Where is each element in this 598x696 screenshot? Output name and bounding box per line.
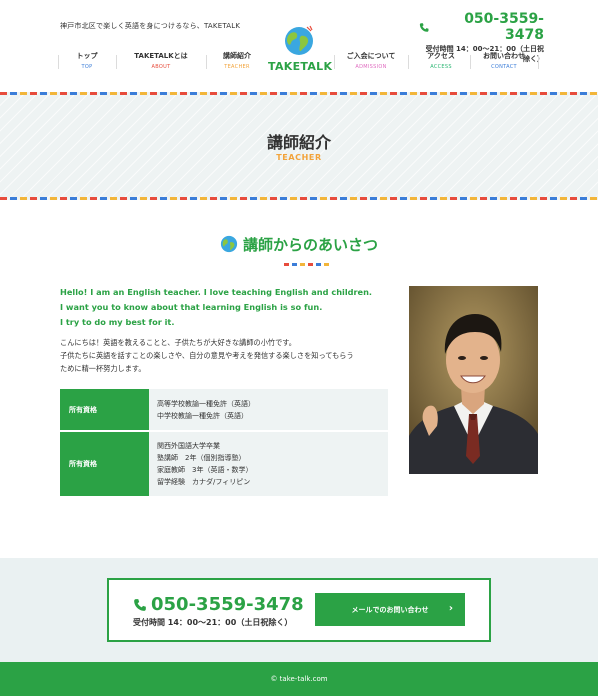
intro-japanese: こんにちは！英語を教えることと、子供たちが大好きな講師の小竹です。 子供たちに英… [60, 336, 390, 375]
header-phone-number: 050-3559-3478 [464, 11, 544, 43]
nav-label: TAKETALKとは [134, 52, 188, 60]
qualification-line: 塾講師 2年（個別指導塾） [157, 454, 246, 462]
intro-en-line: I want you to know about that learning E… [60, 302, 323, 312]
airmail-border-bottom [0, 197, 598, 200]
nav-label: 講師紹介 [223, 52, 251, 60]
teacher-photo [409, 286, 538, 474]
greeting-title: 講師からのあいさつ [242, 235, 378, 254]
table-row: 所有資格 高等学校教諭一種免許（英語） 中学校教諭一種免許（英語） [60, 389, 388, 432]
intro-english: Hello! I am an English teacher. I love t… [60, 285, 380, 330]
qualification-label: 所有資格 [60, 389, 149, 432]
site-header: 神戸市北区で楽しく英語を身につけるなら、TAKETALK TAKETALK 05… [0, 0, 598, 92]
contact-phone[interactable]: 050-3559-3478 [133, 594, 304, 615]
qualification-line: 中学校教諭一種免許（英語） [157, 411, 248, 420]
table-row: 所有資格 関西外国語大学卒業 塾講師 2年（個別指導塾） 家庭教師 3年（英語・… [60, 431, 388, 498]
nav-item-teacher[interactable]: 講師紹介 TEACHER [212, 51, 262, 73]
nav-item-admission[interactable]: ご入会について ADMISSION [340, 51, 402, 73]
nav-item-access[interactable]: アクセス ACCESS [414, 51, 468, 73]
page-hero: 講師紹介 TEACHER [0, 92, 598, 200]
nav-divider [408, 55, 409, 69]
intro-en-line: Hello! I am an English teacher. I love t… [60, 287, 373, 297]
intro-en-line: I try to do my best for it. [60, 317, 175, 327]
nav-sublabel: ACCESS [430, 64, 452, 70]
teacher-portrait-image [409, 286, 538, 474]
mail-contact-button[interactable]: メールでのお問い合わせ › [315, 593, 465, 626]
intro-jp-line: こんにちは！英語を教えることと、子供たちが大好きな講師の小竹です。 [60, 338, 296, 347]
nav-sublabel: ADMISSION [355, 64, 387, 70]
copyright: © take-talk.com [270, 675, 328, 683]
nav-divider [538, 55, 539, 69]
globe-icon [220, 235, 238, 253]
site-logo[interactable]: TAKETALK [268, 24, 332, 76]
nav-divider [116, 55, 117, 69]
nav-sublabel: CONTACT [491, 64, 517, 70]
nav-label: お問い合わせ [483, 52, 525, 60]
intro-jp-line: ために精一杯努力します。 [60, 364, 146, 373]
heading-dash-divider [284, 263, 330, 266]
intro-jp-line: 子供たちに英語を話すことの楽しさや、自分の意見や考えを発信する楽しさを知ってもら… [60, 351, 354, 360]
nav-divider [206, 55, 207, 69]
qualification-value: 高等学校教諭一種免許（英語） 中学校教諭一種免許（英語） [149, 389, 388, 432]
nav-divider [334, 55, 335, 69]
nav-label: トップ [76, 52, 98, 60]
page-subtitle: TEACHER [276, 153, 322, 162]
chevron-right-icon: › [448, 603, 453, 614]
site-tagline: 神戸市北区で楽しく英語を身につけるなら、TAKETALK [60, 22, 241, 30]
qualification-line: 関西外国語大学卒業 [157, 442, 220, 450]
contact-box: 050-3559-3478 受付時間 14：00～21：00（土日祝除く） メー… [107, 578, 491, 642]
qualification-line: 留学経験 カナダ/フィリピン [157, 478, 251, 486]
logo-wordmark: TAKETALK [268, 60, 333, 73]
contact-hours: 受付時間 14：00～21：00（土日祝除く） [133, 618, 293, 627]
greeting-heading: 講師からのあいさつ [0, 233, 598, 255]
nav-label: ご入会について [346, 52, 396, 60]
nav-item-contact[interactable]: お問い合わせ CONTACT [474, 51, 534, 73]
qualification-value: 関西外国語大学卒業 塾講師 2年（個別指導塾） 家庭教師 3年（英語・数学） 留… [149, 431, 388, 498]
mail-button-label: メールでのお問い合わせ [351, 605, 429, 614]
nav-item-top[interactable]: トップ TOP [62, 51, 112, 73]
qualification-label: 所有資格 [60, 431, 149, 498]
page-title: 講師紹介 [266, 133, 331, 152]
globe-logo-icon [285, 25, 313, 55]
nav-divider [470, 55, 471, 69]
phone-icon [419, 22, 429, 32]
nav-sublabel: TEACHER [224, 64, 250, 70]
phone-icon [134, 598, 146, 611]
site-footer: © take-talk.com [0, 662, 598, 696]
qualifications-table: 所有資格 高等学校教諭一種免許（英語） 中学校教諭一種免許（英語） 所有資格 関… [60, 389, 388, 498]
nav-divider [58, 55, 59, 69]
nav-label: アクセス [427, 52, 455, 60]
nav-sublabel: ABOUT [151, 64, 171, 70]
airmail-border-top [0, 92, 598, 95]
contact-section: 050-3559-3478 受付時間 14：00～21：00（土日祝除く） メー… [0, 558, 598, 662]
nav-item-about[interactable]: TAKETALKとは ABOUT [122, 51, 200, 73]
contact-phone-number: 050-3559-3478 [151, 594, 304, 615]
qualification-line: 家庭教師 3年（英語・数学） [157, 466, 253, 474]
nav-sublabel: TOP [81, 64, 93, 70]
qualification-line: 高等学校教諭一種免許（英語） [157, 399, 255, 408]
